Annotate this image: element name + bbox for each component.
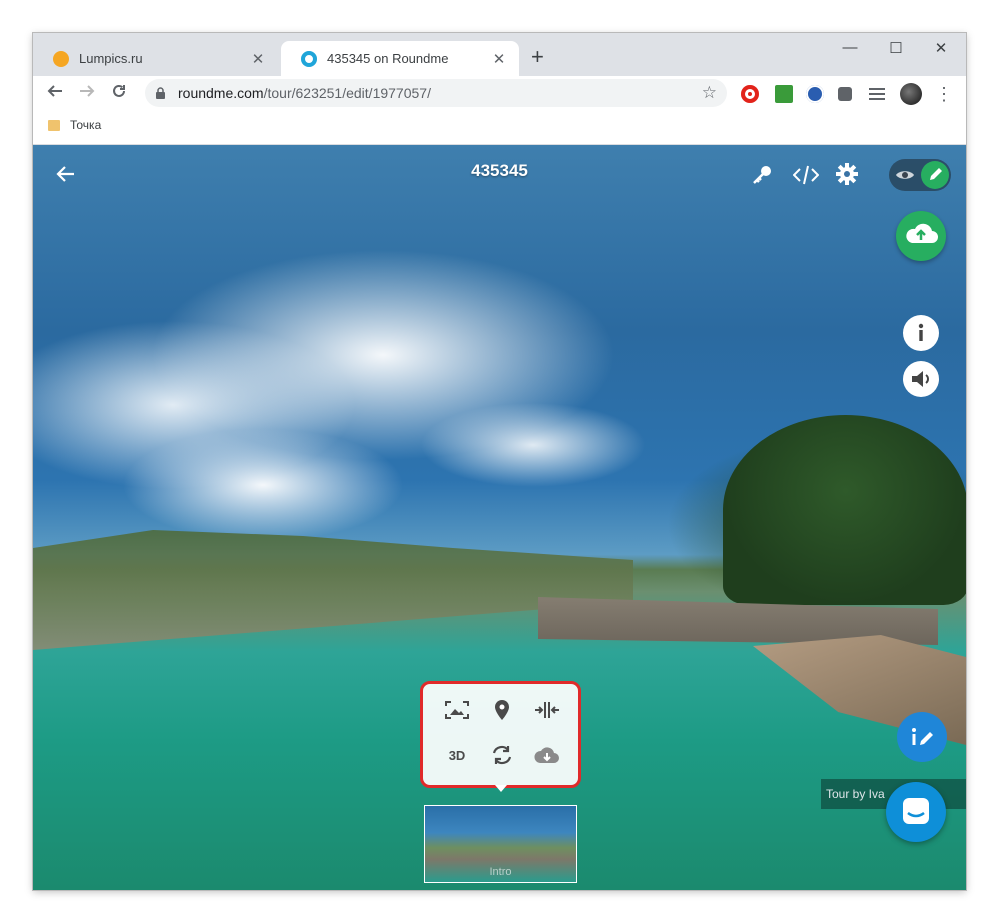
browser-toolbar: roundme.com/tour/623251/edit/1977057/ ☆ … [33,76,966,112]
url-path: /tour/623251/edit/1977057/ [263,85,431,101]
lumpics-favicon-icon [53,50,69,67]
cloud-download-icon [534,747,559,763]
viewer-topbar: 435345 [33,145,966,205]
info-edit-icon [912,728,933,745]
globe-extension-icon[interactable] [806,85,824,103]
view-edit-toggle[interactable] [889,159,951,191]
chat-icon [903,798,929,824]
map-pin-icon [495,700,509,720]
fit-frame-icon [445,701,469,719]
info-button[interactable] [903,315,939,351]
new-tab-button[interactable]: + [531,46,544,68]
eye-icon[interactable] [895,166,915,184]
tab-roundme[interactable]: 435345 on Roundme ✕ [281,41,519,76]
tab-title: Lumpics.ru [79,51,143,66]
info-icon [918,323,924,341]
forward-button[interactable] [75,82,99,107]
gear-icon [836,163,858,185]
chat-button[interactable] [886,782,946,842]
folder-icon [48,119,60,131]
close-window-button[interactable]: ✕ [926,39,956,57]
sound-button[interactable] [903,361,939,397]
roundme-favicon-icon [301,50,317,67]
menu-kebab-icon[interactable]: ⋮ [932,82,956,106]
edit-mode-button[interactable] [921,161,949,189]
bookmark-label: Точка [70,118,102,132]
url-host: roundme.com [178,85,264,101]
tab-title: 435345 on Roundme [327,51,449,66]
close-tab-icon[interactable]: ✕ [248,50,268,68]
speaker-icon [912,371,929,387]
split-view-button[interactable] [527,693,567,727]
cloud-upload-icon [906,223,938,243]
key-icon [753,166,771,184]
bookmarks-bar: Точка [33,112,966,145]
close-tab-icon[interactable]: ✕ [489,50,509,68]
minimize-button[interactable]: — [835,39,865,56]
lock-icon [156,87,165,99]
refresh-icon [492,745,512,765]
3d-button[interactable]: 3D [437,738,477,772]
code-icon [792,165,820,185]
reload-button[interactable] [107,82,131,107]
embed-code-button[interactable] [792,163,820,192]
maximize-button[interactable]: ☐ [881,39,911,57]
sync-button[interactable] [482,738,522,772]
browser-window: Lumpics.ru ✕ 435345 on Roundme ✕ + — ☐ ✕… [33,33,966,890]
puzzle-extensions-icon[interactable] [838,87,852,101]
popup-caret [495,785,507,792]
split-view-icon [535,702,559,718]
opera-extension-icon[interactable] [741,85,759,103]
profile-avatar[interactable] [900,83,922,105]
tour-title: 435345 [471,161,528,180]
thumbnail-label: Intro [489,866,512,878]
tab-lumpics[interactable]: Lumpics.ru ✕ [33,41,278,76]
arrow-right-icon [80,85,95,97]
scene-thumbnail[interactable]: Intro [424,805,577,883]
tab-strip: Lumpics.ru ✕ 435345 on Roundme ✕ + — ☐ ✕ [33,33,966,76]
info-edit-button[interactable] [897,712,947,762]
fit-frame-button[interactable] [437,693,477,727]
key-button[interactable] [751,163,775,192]
cloud-download-button[interactable] [527,738,567,772]
tools-popup: 3D [420,681,581,788]
address-bar[interactable]: roundme.com/tour/623251/edit/1977057/ ☆ [145,79,727,107]
bookmark-star-icon[interactable]: ☆ [702,83,717,103]
bookmark-tochka[interactable]: Точка [48,118,101,132]
check-extension-icon[interactable] [775,85,793,103]
pencil-icon [930,168,942,180]
panorama-viewer[interactable]: 435345 3D Intro Tour by Iva [33,145,966,890]
back-button[interactable] [43,82,67,107]
url-text: roundme.com/tour/623251/edit/1977057/ [178,85,702,101]
settings-button[interactable] [835,162,859,191]
media-control-icon[interactable] [869,88,885,100]
publish-upload-button[interactable] [896,211,946,261]
arrow-left-icon [47,85,62,97]
add-pin-button[interactable] [482,693,522,727]
pine-trees [723,415,966,605]
reload-icon [113,84,125,97]
